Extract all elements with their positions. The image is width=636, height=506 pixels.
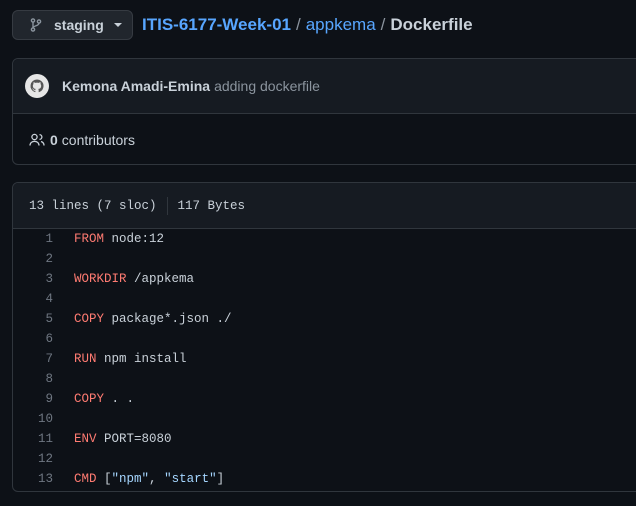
line-number[interactable]: 11 bbox=[13, 432, 53, 446]
code-punct: , bbox=[149, 472, 165, 486]
code-keyword: FROM bbox=[74, 232, 105, 246]
breadcrumb-separator: / bbox=[380, 15, 386, 34]
code-keyword: RUN bbox=[74, 352, 97, 366]
line-number[interactable]: 1 bbox=[13, 232, 53, 246]
code-line: 2 bbox=[13, 249, 636, 269]
code-text: RUN npm install bbox=[53, 352, 187, 366]
file-size: 117 Bytes bbox=[177, 198, 246, 213]
branch-selector-button[interactable]: staging bbox=[12, 10, 133, 40]
people-icon bbox=[29, 132, 45, 148]
code-rest: . . bbox=[104, 392, 135, 406]
line-number[interactable]: 13 bbox=[13, 472, 53, 486]
line-number[interactable]: 2 bbox=[13, 252, 53, 266]
code-keyword: COPY bbox=[74, 392, 105, 406]
code-rest: package*.json ./ bbox=[104, 312, 232, 326]
code-line: 8 bbox=[13, 369, 636, 389]
line-number[interactable]: 3 bbox=[13, 272, 53, 286]
line-number[interactable]: 12 bbox=[13, 452, 53, 466]
code-punct: ] bbox=[216, 472, 225, 486]
code-line: 1 FROM node:12 bbox=[13, 229, 636, 249]
code-rest: npm install bbox=[96, 352, 187, 366]
code-line: 9 COPY . . bbox=[13, 389, 636, 409]
line-number[interactable]: 4 bbox=[13, 292, 53, 306]
line-number[interactable]: 7 bbox=[13, 352, 53, 366]
breadcrumb-repo-link[interactable]: ITIS-6177-Week-01 bbox=[142, 15, 291, 35]
code-line: 10 bbox=[13, 409, 636, 429]
breadcrumb-separator: / bbox=[295, 15, 301, 34]
code-listing: 1 FROM node:12 2 3 WORKDIR /appkema 4 5 COPY pa… bbox=[13, 229, 636, 489]
code-line: 13 CMD ["npm", "start"] bbox=[13, 469, 636, 489]
git-branch-icon bbox=[28, 17, 44, 33]
commit-author-link[interactable]: Kemona Amadi-Emina bbox=[62, 78, 210, 94]
code-string: "npm" bbox=[111, 472, 150, 486]
breadcrumb-file-name: Dockerfile bbox=[390, 15, 473, 34]
code-text: COPY . . bbox=[53, 392, 134, 406]
breadcrumb-dir-link[interactable]: appkema bbox=[306, 15, 376, 35]
divider bbox=[166, 196, 168, 215]
line-number[interactable]: 6 bbox=[13, 332, 53, 346]
code-keyword: CMD bbox=[74, 472, 97, 486]
file-line-count: 13 lines (7 sloc) bbox=[29, 198, 157, 213]
file-info-header: 13 lines (7 sloc) 117 Bytes bbox=[13, 183, 636, 229]
code-line: 5 COPY package*.json ./ bbox=[13, 309, 636, 329]
chevron-down-icon bbox=[113, 23, 122, 27]
branch-name: staging bbox=[54, 17, 104, 33]
line-number[interactable]: 8 bbox=[13, 372, 53, 386]
code-rest: PORT=8080 bbox=[96, 432, 172, 446]
code-keyword: WORKDIR bbox=[74, 272, 127, 286]
line-number[interactable]: 10 bbox=[13, 412, 53, 426]
github-avatar-icon bbox=[30, 79, 44, 93]
code-line: 6 bbox=[13, 329, 636, 349]
line-number[interactable]: 9 bbox=[13, 392, 53, 406]
contributors-row[interactable]: 0 contributors bbox=[13, 114, 636, 166]
code-text: WORKDIR /appkema bbox=[53, 272, 194, 286]
commit-message-link[interactable]: adding dockerfile bbox=[214, 78, 320, 94]
code-line: 3 WORKDIR /appkema bbox=[13, 269, 636, 289]
code-text: ENV PORT=8080 bbox=[53, 432, 172, 446]
code-rest: [ bbox=[96, 472, 112, 486]
code-keyword: COPY bbox=[74, 312, 105, 326]
commit-box: Kemona Amadi-Emina adding dockerfile 0 c… bbox=[12, 58, 636, 165]
code-text: FROM node:12 bbox=[53, 232, 164, 246]
line-number[interactable]: 5 bbox=[13, 312, 53, 326]
file-viewer: 13 lines (7 sloc) 117 Bytes 1 FROM node:1… bbox=[12, 182, 636, 492]
code-string: "start" bbox=[164, 472, 217, 486]
topbar: staging ITIS-6177-Week-01 / appkema / Do… bbox=[12, 10, 473, 40]
avatar[interactable] bbox=[25, 74, 49, 98]
contributors-count: 0 bbox=[50, 132, 58, 148]
code-text: CMD ["npm", "start"] bbox=[53, 472, 224, 486]
code-keyword: ENV bbox=[74, 432, 97, 446]
code-rest: /appkema bbox=[126, 272, 195, 286]
breadcrumb: ITIS-6177-Week-01 / appkema / Dockerfile bbox=[142, 15, 473, 35]
code-line: 12 bbox=[13, 449, 636, 469]
code-line: 11 ENV PORT=8080 bbox=[13, 429, 636, 449]
contributors-label: contributors bbox=[61, 132, 135, 148]
code-line: 7 RUN npm install bbox=[13, 349, 636, 369]
code-text: COPY package*.json ./ bbox=[53, 312, 232, 326]
latest-commit-row: Kemona Amadi-Emina adding dockerfile bbox=[13, 59, 636, 114]
code-line: 4 bbox=[13, 289, 636, 309]
code-rest: node:12 bbox=[104, 232, 165, 246]
